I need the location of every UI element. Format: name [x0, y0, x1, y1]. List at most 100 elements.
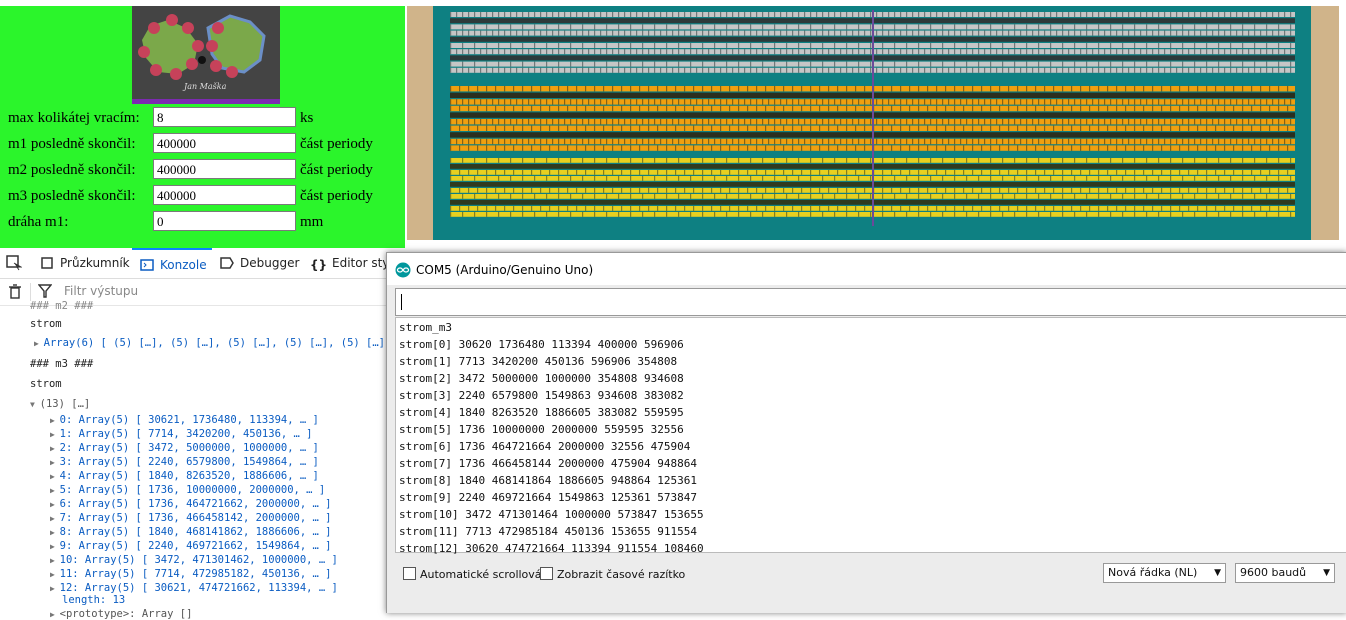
stripe-tick — [774, 43, 776, 48]
stripe-tick — [1194, 212, 1196, 217]
stripe-tick — [1206, 188, 1208, 193]
stripe-tick — [678, 138, 680, 145]
stripe-tick — [1089, 170, 1091, 175]
stripe-tick — [732, 138, 734, 145]
collapsed-array-row[interactable]: ▶ Array(6) [ (5) […], (5) […], (5) […], … — [34, 337, 404, 349]
stripe-tick — [852, 67, 854, 73]
array-item-row[interactable]: ▶ 5: Array(5) [ 1736, 10000000, 2000000,… — [50, 484, 325, 496]
stripe-tick — [858, 158, 860, 163]
stripe-tick — [1158, 43, 1160, 48]
stripe-tick — [1287, 86, 1289, 92]
stripe-tick — [948, 138, 950, 145]
array-item-row[interactable]: ▶ 12: Array(5) [ 30621, 474721662, 11339… — [50, 582, 338, 594]
stripe-tick — [1272, 138, 1274, 145]
tab-inspector[interactable]: Průzkumník — [40, 248, 130, 278]
stripe-tick — [1242, 212, 1244, 217]
stripe-tick — [606, 30, 608, 36]
element-picker-icon[interactable] — [6, 248, 23, 278]
array-item-row[interactable]: ▶ 3: Array(5) [ 2240, 6579800, 1549864, … — [50, 456, 319, 468]
stripe-tick — [909, 125, 911, 131]
max-count-input[interactable]: 8 — [153, 107, 296, 127]
stripe-tick — [1068, 49, 1070, 55]
filter-input[interactable]: Filtr výstupu — [64, 284, 138, 298]
m3-end-input[interactable]: 400000 — [153, 185, 296, 205]
serial-send-input[interactable] — [395, 288, 1346, 316]
baud-rate-select[interactable]: 9600 baudů ▼ — [1235, 563, 1335, 583]
stripe-tick — [822, 49, 824, 55]
stripe-tick — [1086, 24, 1088, 30]
stripe-tick — [828, 12, 830, 17]
m1-distance-input[interactable]: 0 — [153, 211, 296, 231]
stripe-tick — [1026, 206, 1028, 211]
stripe-tick — [450, 24, 452, 30]
stripe-tick — [630, 145, 632, 151]
tab-label: Průzkumník — [60, 256, 130, 270]
stripe-tick — [1056, 138, 1058, 145]
stripe-tick — [966, 67, 968, 73]
array-item-row[interactable]: ▶ 1: Array(5) [ 7714, 3420200, 450136, …… — [50, 428, 313, 440]
stripe-tick — [1017, 145, 1019, 151]
tab-console[interactable]: Konzole — [132, 248, 212, 278]
stripe-tick — [816, 12, 818, 17]
stripe-tick — [1158, 24, 1160, 30]
stripe-tick — [1014, 24, 1016, 30]
stripe-tick — [1170, 138, 1172, 145]
stripe-tick — [978, 158, 980, 163]
array-item-row[interactable]: ▶ 7: Array(5) [ 1736, 466458142, 2000000… — [50, 512, 331, 524]
stripe-tick — [918, 170, 920, 175]
stripe-tick — [726, 158, 728, 163]
autoscroll-checkbox[interactable]: Automatické scrollování — [403, 567, 552, 581]
stripe-tick — [666, 194, 668, 199]
stripe-tick — [1188, 12, 1190, 17]
stripe-tick — [540, 145, 542, 151]
expanded-array-row[interactable]: ▼ (13) […] — [30, 398, 90, 410]
array-item-row[interactable]: ▶ 9: Array(5) [ 2240, 469721662, 1549864… — [50, 540, 331, 552]
array-item-row[interactable]: ▶ 0: Array(5) [ 30621, 1736480, 113394, … — [50, 414, 319, 426]
array-item-row[interactable]: ▶ 2: Array(5) [ 3472, 5000000, 1000000, … — [50, 442, 319, 454]
array-item-row[interactable]: ▶ 10: Array(5) [ 3472, 471301462, 100000… — [50, 554, 338, 566]
stripe-tick — [1050, 12, 1052, 17]
line-ending-select[interactable]: Nová řádka (NL) ▼ — [1103, 563, 1226, 583]
stripe-tick — [576, 49, 578, 55]
timestamp-checkbox[interactable]: Zobrazit časové razítko — [540, 567, 685, 581]
stripe-tick — [954, 119, 956, 125]
stripe-tick — [900, 67, 902, 73]
array-item-row[interactable]: ▶ 8: Array(5) [ 1840, 468141862, 1886606… — [50, 526, 331, 538]
stripe-tick — [864, 125, 866, 131]
m1-end-input[interactable]: 400000 — [153, 133, 296, 153]
stripe-tick — [1038, 138, 1040, 145]
stripe-tick — [828, 206, 830, 211]
stripe-tick — [1194, 49, 1196, 55]
array-item-row[interactable]: ▶ 6: Array(5) [ 1736, 464721662, 2000000… — [50, 498, 331, 510]
stripe-tick — [792, 125, 794, 131]
array-item-row[interactable]: ▶ 4: Array(5) [ 1840, 8263520, 1886606, … — [50, 470, 319, 482]
stripe-tick — [792, 99, 794, 105]
stripe-tick — [468, 125, 470, 131]
tab-debugger[interactable]: Debugger — [220, 248, 299, 278]
stripe-tick — [468, 145, 470, 151]
stripe-tick — [714, 138, 716, 145]
trash-icon[interactable] — [8, 284, 22, 303]
stripe-tick — [990, 105, 992, 112]
stripe-tick — [756, 30, 758, 36]
stripe-tick — [768, 49, 770, 55]
array-item-row[interactable]: ▶ 11: Array(5) [ 7714, 472985182, 450136… — [50, 568, 331, 580]
stripe-tick — [960, 67, 962, 73]
stripe-tick — [1128, 49, 1130, 55]
stripe-tick — [582, 158, 584, 163]
stripe-tick — [738, 176, 740, 181]
stripe-tick — [744, 67, 746, 73]
stripe-tick — [603, 188, 605, 193]
stripe-tick — [720, 99, 722, 105]
stripe-tick — [618, 67, 620, 73]
stripe-tick — [1026, 86, 1028, 92]
stripe-tick — [1218, 176, 1220, 181]
stripe-tick — [1218, 158, 1220, 163]
stripe-tick — [990, 170, 992, 175]
array-prototype[interactable]: ▶ <prototype>: Array [] — [50, 608, 192, 620]
stripe-tick — [558, 176, 560, 181]
stripe-tick — [1014, 119, 1016, 125]
stripe-tick — [642, 158, 644, 163]
stripe-tick — [1158, 61, 1160, 67]
m2-end-input[interactable]: 400000 — [153, 159, 296, 179]
